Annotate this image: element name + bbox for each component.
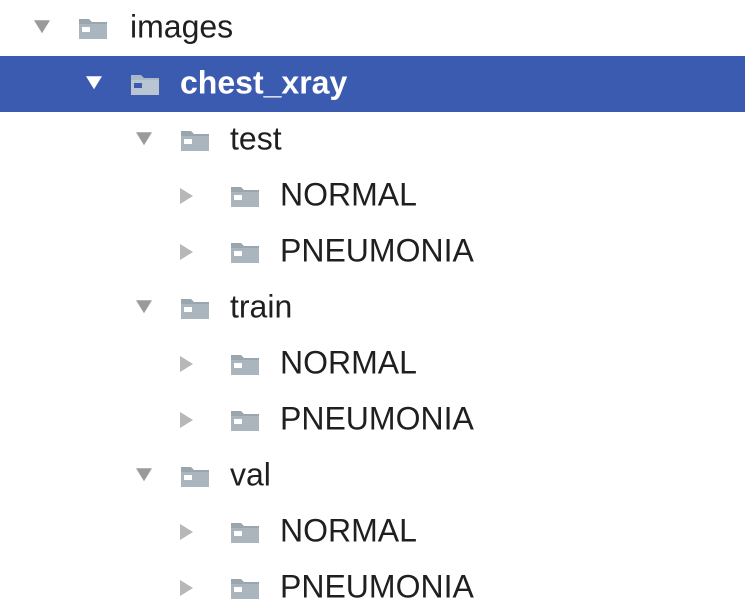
expand-arrow-icon[interactable] (86, 76, 102, 90)
folder-icon (231, 411, 259, 431)
tree-node-train-normal[interactable]: NORMAL (0, 336, 745, 392)
tree-node-label: NORMAL (280, 176, 417, 213)
folder-icon (231, 243, 259, 263)
tree-node-label: NORMAL (280, 512, 417, 549)
folder-icon (231, 579, 259, 599)
tree-node-label: chest_xray (180, 64, 348, 101)
folder-icon (231, 355, 259, 375)
tree-node-train[interactable]: train (0, 280, 745, 336)
expand-arrow-icon[interactable] (136, 468, 152, 482)
folder-icon (181, 131, 209, 151)
tree-node-val-pneumonia[interactable]: PNEUMONIA (0, 560, 745, 600)
expand-arrow-icon[interactable] (136, 132, 152, 146)
collapse-arrow-icon[interactable] (180, 580, 193, 596)
folder-icon (181, 467, 209, 487)
folder-icon (131, 75, 159, 95)
tree-node-label: PNEUMONIA (280, 400, 474, 437)
folder-icon (181, 299, 209, 319)
folder-icon (231, 523, 259, 543)
tree-node-label: val (230, 456, 271, 493)
tree-node-label: train (230, 288, 293, 325)
tree-node-test-pneumonia[interactable]: PNEUMONIA (0, 224, 745, 280)
tree-node-label: NORMAL (280, 344, 417, 381)
expand-arrow-icon[interactable] (136, 300, 152, 314)
collapse-arrow-icon[interactable] (180, 188, 193, 204)
tree-node-images[interactable]: images (0, 0, 745, 56)
folder-icon (79, 19, 107, 39)
expand-arrow-icon[interactable] (34, 20, 50, 34)
tree-node-label: PNEUMONIA (280, 568, 474, 600)
collapse-arrow-icon[interactable] (180, 356, 193, 372)
collapse-arrow-icon[interactable] (180, 524, 193, 540)
tree-node-val[interactable]: val (0, 448, 745, 504)
tree-node-label: images (130, 8, 234, 45)
tree-node-val-normal[interactable]: NORMAL (0, 504, 745, 560)
tree-node-label: test (230, 120, 282, 157)
folder-icon (231, 187, 259, 207)
tree-node-train-pneumonia[interactable]: PNEUMONIA (0, 392, 745, 448)
tree-node-test-normal[interactable]: NORMAL (0, 168, 745, 224)
tree-node-chest-xray[interactable]: chest_xray (0, 56, 745, 112)
collapse-arrow-icon[interactable] (180, 244, 193, 260)
project-file-tree: images chest_xray test NORMAL PNEUMONIA … (0, 0, 745, 600)
collapse-arrow-icon[interactable] (180, 412, 193, 428)
tree-node-test[interactable]: test (0, 112, 745, 168)
tree-node-label: PNEUMONIA (280, 232, 474, 269)
